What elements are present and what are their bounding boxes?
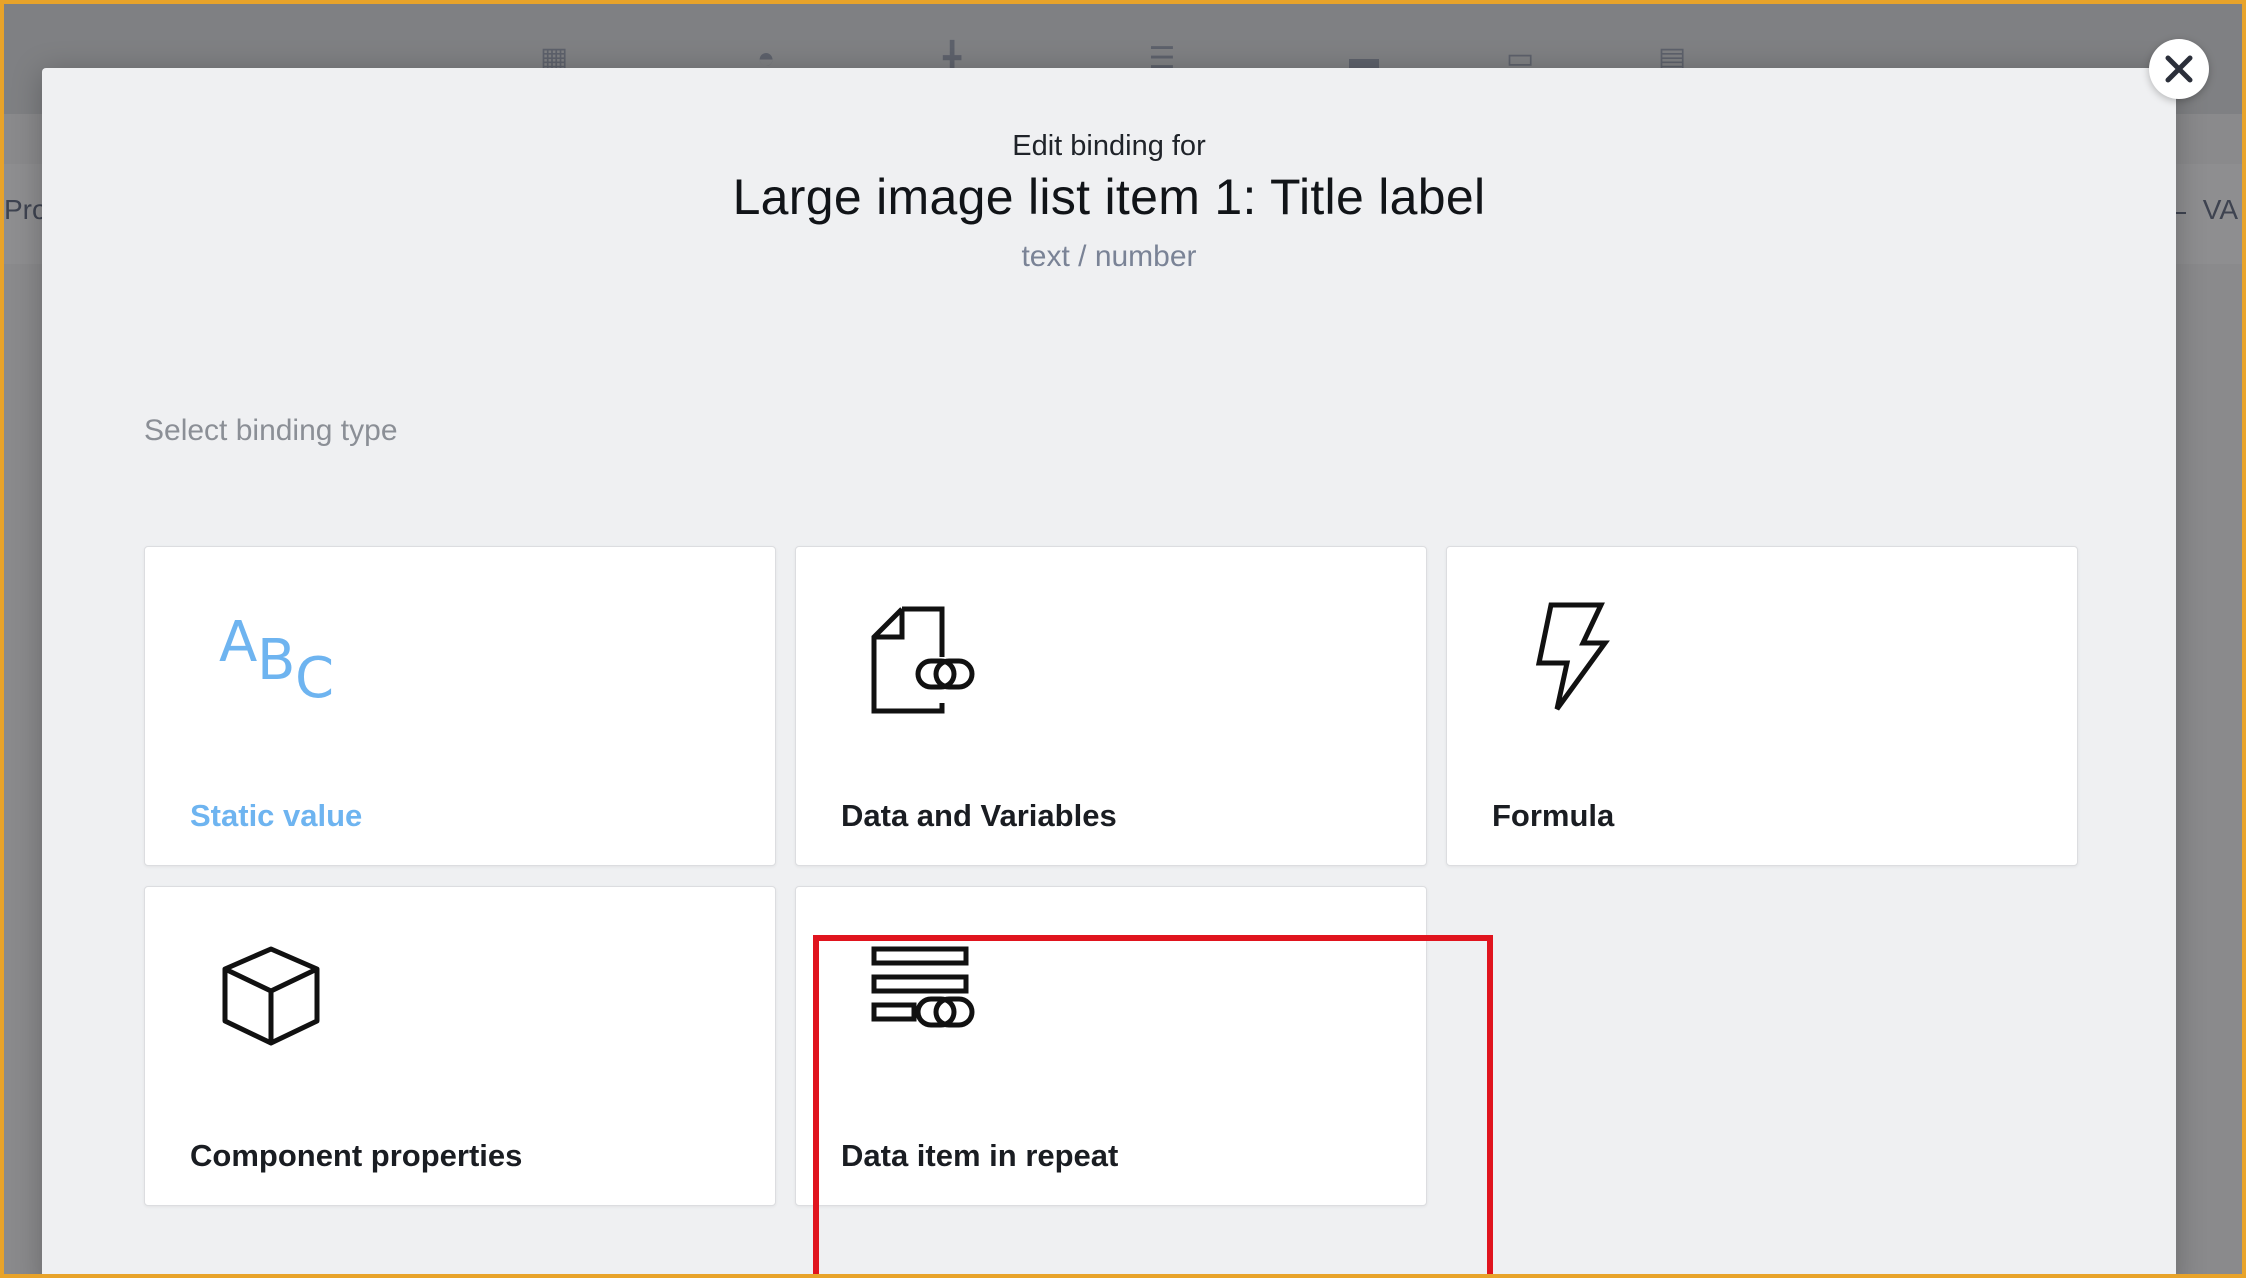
abc-icon: A B C bbox=[219, 610, 334, 711]
option-label: Static value bbox=[190, 798, 363, 833]
cube-icon bbox=[222, 946, 320, 1046]
option-label: Data item in repeat bbox=[841, 1138, 1119, 1173]
option-component-properties[interactable]: Component properties bbox=[144, 886, 776, 1206]
close-button[interactable] bbox=[2149, 39, 2209, 99]
value-type-label: text / number bbox=[1021, 240, 1197, 273]
svg-text:A: A bbox=[219, 610, 257, 675]
option-data-and-variables[interactable]: Data and Variables bbox=[795, 546, 1427, 866]
list-link-icon bbox=[871, 946, 975, 1028]
lightning-icon bbox=[1535, 602, 1610, 711]
document-link-icon bbox=[871, 606, 975, 714]
app-frame: ▦ ◓ ╋ ☰ ▬ ▭ ▤ Pro VA Edit binding for La… bbox=[4, 4, 2242, 1274]
option-formula[interactable]: Formula bbox=[1446, 546, 2078, 866]
svg-text:B: B bbox=[257, 628, 295, 693]
svg-text:C: C bbox=[295, 646, 334, 711]
option-label: Data and Variables bbox=[841, 798, 1117, 833]
modal-subtitle: Edit binding for bbox=[1012, 130, 1206, 162]
section-label: Select binding type bbox=[144, 414, 398, 447]
close-icon bbox=[2165, 55, 2193, 83]
option-label: Component properties bbox=[190, 1138, 523, 1173]
option-label: Formula bbox=[1492, 798, 1615, 833]
edit-binding-modal: Edit binding for Large image list item 1… bbox=[42, 68, 2176, 1274]
option-data-item-in-repeat[interactable]: Data item in repeat bbox=[795, 886, 1427, 1206]
option-static-value[interactable]: A B C Static value bbox=[144, 546, 776, 866]
background-right-label: VA bbox=[2202, 194, 2238, 225]
modal-title: Large image list item 1: Title label bbox=[732, 169, 1486, 225]
